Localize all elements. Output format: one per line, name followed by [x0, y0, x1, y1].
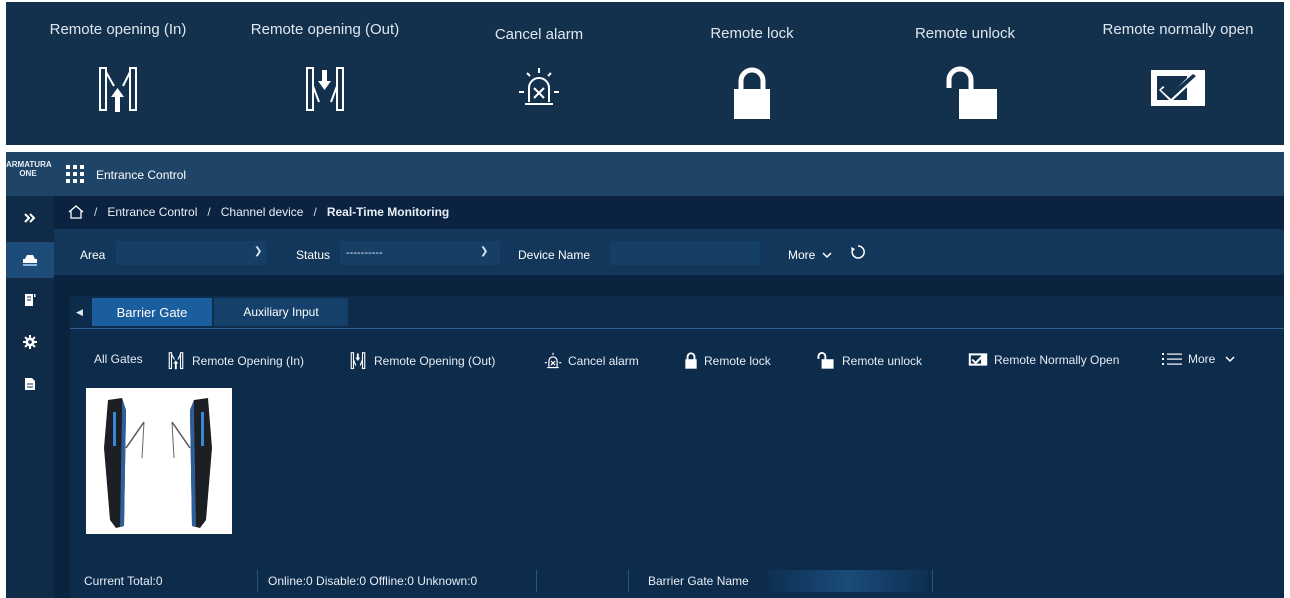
status-select-value: ---------- — [346, 247, 383, 259]
divider — [932, 570, 933, 592]
device-name-input[interactable] — [610, 241, 760, 265]
top-bar: ARMATURA ONE Entrance Control — [6, 152, 1284, 196]
filter-bar: Area ❯ Status ---------- ❯ Device Name M… — [54, 229, 1284, 275]
legend-label: Remote normally open — [1102, 21, 1254, 38]
status-footer: Current Total:0 Online:0 Disable:0 Offli… — [70, 564, 1284, 598]
gate-open-out-icon — [350, 352, 366, 370]
sidebar-item-documents[interactable] — [6, 282, 54, 318]
unlock-icon — [943, 66, 1003, 125]
sidebar-item-reports[interactable] — [6, 366, 54, 402]
sidebar — [6, 196, 54, 598]
breadcrumb-item-entrance-control[interactable]: Entrance Control — [107, 205, 197, 219]
legend-label: Remote unlock — [914, 25, 1016, 42]
sidebar-expand-button[interactable] — [6, 200, 54, 236]
chevron-down-icon: ❯ — [254, 246, 263, 257]
lock-icon — [685, 352, 697, 369]
chevron-down-icon: ❯ — [480, 246, 489, 257]
all-gates-label: All Gates — [94, 352, 143, 366]
breadcrumb-separator: / — [207, 205, 211, 219]
device-status-counts: Online:0 Disable:0 Offline:0 Unknown:0 — [268, 574, 478, 588]
remote-unlock-button[interactable]: Remote unlock — [816, 352, 922, 369]
gate-open-in-icon — [96, 66, 140, 119]
breadcrumb-item-real-time-monitoring: Real-Time Monitoring — [326, 205, 450, 219]
legend-label: Remote opening (Out) — [250, 21, 400, 38]
area-label: Area — [80, 248, 106, 262]
divider — [628, 570, 629, 592]
current-total-text: Current Total:0 — [84, 574, 163, 588]
remote-normally-open-button[interactable]: Remote Normally Open — [968, 352, 1119, 367]
sidebar-item-barrier-gate[interactable] — [6, 242, 54, 278]
unlock-icon — [817, 352, 834, 369]
home-icon[interactable] — [68, 205, 84, 219]
remote-opening-out-label: Remote Opening (Out) — [374, 354, 496, 368]
breadcrumb-separator: / — [94, 205, 98, 219]
tab-auxiliary-input[interactable]: Auxiliary Input — [214, 298, 348, 326]
cancel-alarm-icon — [517, 66, 561, 115]
tab-barrier-gate[interactable]: Barrier Gate — [92, 298, 212, 326]
remote-normally-open-label: Remote Normally Open — [994, 352, 1120, 367]
cancel-alarm-icon — [544, 352, 562, 369]
divider — [257, 570, 258, 592]
app-grid-icon[interactable] — [66, 165, 84, 188]
all-gates-button[interactable]: All Gates — [94, 352, 143, 366]
more-filters-label: More — [788, 248, 816, 262]
more-actions-label: More — [1188, 352, 1216, 366]
monitoring-panel: ◀ Barrier Gate Auxiliary Input All Gates — [70, 296, 1284, 598]
action-toolbar: All Gates Remote Opening (In) Remote Ope… — [70, 340, 1284, 380]
legend-label: Remote lock — [710, 25, 794, 42]
chevron-down-icon — [1225, 356, 1235, 363]
remote-lock-button[interactable]: Remote lock — [684, 352, 771, 369]
area-select[interactable] — [116, 241, 266, 265]
expand-icon — [24, 213, 36, 223]
logo-text-line1: ARMATURA — [6, 160, 52, 169]
barrier-gate-image — [104, 398, 212, 528]
tab-strip: ◀ Barrier Gate Auxiliary Input — [70, 296, 1284, 329]
breadcrumb: / Entrance Control / Channel device / Re… — [68, 205, 449, 219]
legend-label: Cancel alarm — [494, 26, 584, 43]
breadcrumb-item-channel-device[interactable]: Channel device — [221, 205, 304, 219]
gate-open-in-icon — [168, 352, 184, 370]
remote-lock-label: Remote lock — [704, 353, 771, 368]
armatura-logo[interactable]: ARMATURA ONE — [6, 160, 52, 178]
breadcrumb-bar: / Entrance Control / Channel device / Re… — [54, 196, 1284, 228]
tab-scroll-left-icon[interactable]: ◀ — [76, 307, 83, 318]
more-filters-button[interactable]: More — [788, 248, 832, 262]
refresh-icon[interactable] — [850, 244, 866, 260]
chevron-down-icon — [822, 252, 832, 259]
breadcrumb-separator: / — [313, 205, 317, 219]
sidebar-item-settings[interactable] — [6, 324, 54, 360]
main-area: / Entrance Control / Channel device / Re… — [54, 196, 1284, 598]
divider — [536, 570, 537, 592]
more-actions-button[interactable]: More — [1162, 352, 1235, 366]
barrier-gate-icon — [23, 255, 37, 266]
remote-unlock-label: Remote unlock — [842, 353, 923, 368]
remote-opening-out-button[interactable]: Remote Opening (Out) — [348, 352, 495, 370]
list-menu-icon — [1162, 353, 1182, 365]
logo-text-line2: ONE — [19, 169, 37, 178]
gear-icon — [23, 335, 37, 349]
remote-opening-in-button[interactable]: Remote Opening (In) — [166, 352, 304, 370]
barrier-gate-device-card[interactable] — [86, 388, 232, 534]
lock-icon — [732, 66, 772, 125]
report-icon — [25, 378, 35, 390]
device-name-label: Device Name — [518, 248, 591, 262]
normally-open-icon — [1149, 66, 1207, 115]
barrier-gate-name-label: Barrier Gate Name — [648, 574, 749, 588]
legend-label: Remote opening (In) — [49, 21, 187, 38]
icon-legend-panel: Remote opening (In) Remote opening (Out) — [6, 2, 1284, 145]
normally-open-icon — [968, 353, 988, 366]
cancel-alarm-label: Cancel alarm — [568, 354, 639, 368]
barrier-gate-name-value — [768, 570, 928, 592]
document-icon — [25, 294, 36, 306]
remote-opening-in-label: Remote Opening (In) — [192, 354, 305, 368]
app-title: Entrance Control — [96, 168, 187, 182]
status-label: Status — [296, 248, 331, 262]
gate-open-out-icon — [303, 66, 347, 119]
entrance-control-app: ARMATURA ONE Entrance Control / Entrance… — [6, 152, 1284, 598]
cancel-alarm-button[interactable]: Cancel alarm — [544, 352, 639, 370]
